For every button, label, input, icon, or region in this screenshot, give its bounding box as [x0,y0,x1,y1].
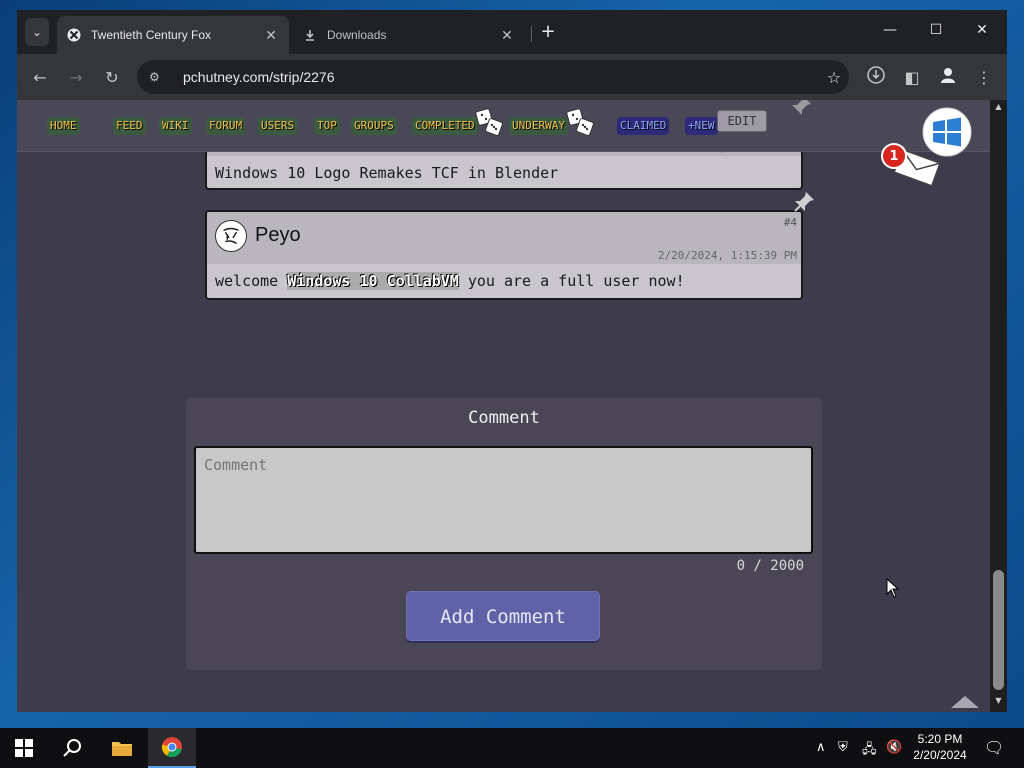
nav-home[interactable]: HOME [47,117,80,135]
plus-icon: + [540,20,556,42]
tab-title: Downloads [327,28,387,42]
security-warning-icon[interactable]: ⛨ [838,740,848,755]
site-nav: HOME FEED WIKI FORUM USERS TOP GROUPS CO… [17,100,990,186]
close-window-button[interactable]: ✕ [959,10,1005,50]
post-number: #4 [783,216,797,229]
nav-wiki[interactable]: WIKI [159,117,192,135]
mouse-cursor-icon [886,578,900,598]
avatar[interactable] [215,220,247,252]
edit-button[interactable]: EDIT [717,110,767,132]
tab-strip: ⌄ Twentieth Century Fox ✕ Downloads ✕ + … [17,10,1007,54]
arrow-right-icon: → [69,67,83,87]
nav-feed[interactable]: FEED [113,117,146,135]
downloads-button[interactable] [861,62,891,92]
post-text: welcome Windows 10 CollabVM you are a fu… [207,264,801,298]
scroll-down-icon[interactable]: ▼ [990,696,1007,710]
notification-badge[interactable]: 1 [881,143,907,169]
download-icon [303,28,317,42]
clock-time: 5:20 PM [917,732,963,746]
user-mention-link[interactable]: Windows 10 CollabVM [287,272,459,290]
tab-downloads[interactable]: Downloads ✕ [293,16,525,54]
add-comment-button[interactable]: Add Comment [406,591,600,641]
folder-icon [112,742,132,756]
chevron-down-icon: ⌄ [31,25,43,39]
tab-title: Twentieth Century Fox [91,28,212,42]
nav-new[interactable]: +NEW [685,117,718,135]
file-explorer-button[interactable] [98,728,146,768]
windows-start-icon [15,739,33,757]
comment-form-title: Comment [468,408,540,428]
new-tab-button[interactable]: + [537,20,559,42]
comment-input[interactable] [194,446,813,554]
chevron-up-icon[interactable]: ∧ [816,740,826,755]
minimize-button[interactable]: — [867,10,913,50]
search-button[interactable] [48,728,96,768]
bookmark-star-icon[interactable]: ☆ [819,68,849,87]
scroll-up-icon[interactable]: ▲ [990,102,1007,116]
profile-button[interactable] [933,62,963,92]
post-timestamp: 2/20/2024, 1:15:39 PM [657,249,797,262]
tab-search-button[interactable]: ⌄ [25,18,49,46]
reload-icon: ↻ [105,67,119,87]
menu-button[interactable]: ⋮ [969,62,999,92]
dice-icon[interactable] [566,108,594,136]
character-counter: 0 / 2000 [736,558,804,574]
download-circle-icon [867,66,885,88]
network-icon[interactable]: 🖧 [862,740,877,762]
post-text: Windows 10 Logo Remakes TCF in Blender [215,164,559,182]
post-card: Peyo #4 2/20/2024, 1:15:39 PM welcome Wi… [205,210,803,300]
site-favicon-icon [67,28,81,42]
pin-icon [794,192,814,212]
comment-form: Comment 0 / 2000 Add Comment [186,398,822,670]
back-button[interactable]: ← [25,62,55,92]
url-text[interactable]: pchutney.com/strip/2276 [183,69,819,85]
maximize-button[interactable]: ☐ [913,10,959,50]
nav-underway[interactable]: UNDERWAY [509,117,568,135]
scrollbar-thumb[interactable] [993,570,1004,690]
pin-icon [792,100,811,115]
page-scrollbar[interactable]: ▲ ▼ [990,100,1007,712]
scroll-to-top-button[interactable] [951,696,979,708]
tab-twentieth-century-fox[interactable]: Twentieth Century Fox ✕ [57,16,289,54]
nav-groups[interactable]: GROUPS [351,117,397,135]
minimize-icon: — [883,22,897,38]
post-author[interactable]: Peyo [255,224,301,247]
post-text-after: you are a full user now! [458,272,685,290]
nav-completed[interactable]: COMPLETED [412,117,478,135]
chrome-taskbar-button[interactable] [148,728,196,768]
nav-forum[interactable]: FORUM [206,117,246,135]
tab-separator [531,26,532,42]
address-bar[interactable]: ⚙ pchutney.com/strip/2276 ☆ [137,60,849,94]
reload-button[interactable]: ↻ [97,62,127,92]
maximize-icon: ☐ [929,22,943,38]
forward-button[interactable]: → [61,62,91,92]
clock[interactable]: 5:20 PM 2/20/2024 [900,731,980,763]
search-icon [63,739,81,757]
notification-center-icon[interactable]: 🗨 [984,738,1004,757]
post-header: Peyo #4 2/20/2024, 1:15:39 PM [207,212,801,264]
arrow-left-icon: ← [33,67,47,87]
post-text-before: welcome [215,272,288,290]
chrome-icon [161,737,182,758]
close-tab-icon[interactable]: ✕ [263,27,279,43]
profile-icon [939,66,957,88]
side-panel-button[interactable]: ◧ [897,62,927,92]
nav-claimed[interactable]: CLAIMED [617,117,670,135]
more-vert-icon: ⋮ [976,67,992,87]
nav-top[interactable]: TOP [314,117,340,135]
close-tab-icon[interactable]: ✕ [499,27,515,43]
page-viewport: #3 2/20/2024, 1:14:36 PM Windows 10 Logo… [17,100,990,712]
clock-date: 2/20/2024 [913,748,967,762]
close-icon: ✕ [976,22,988,38]
side-panel-icon: ◧ [904,67,920,87]
start-button[interactable] [0,728,48,768]
browser-toolbar: ← → ↻ ⚙ pchutney.com/strip/2276 ☆ ◧ ⋮ [17,54,1007,100]
taskbar: ∧ ⛨ 🖧 🔇 5:20 PM 2/20/2024 🗨 [0,728,1024,768]
site-info-icon[interactable]: ⚙ [149,70,171,84]
nav-users[interactable]: USERS [258,117,298,135]
dice-icon[interactable] [475,108,503,136]
